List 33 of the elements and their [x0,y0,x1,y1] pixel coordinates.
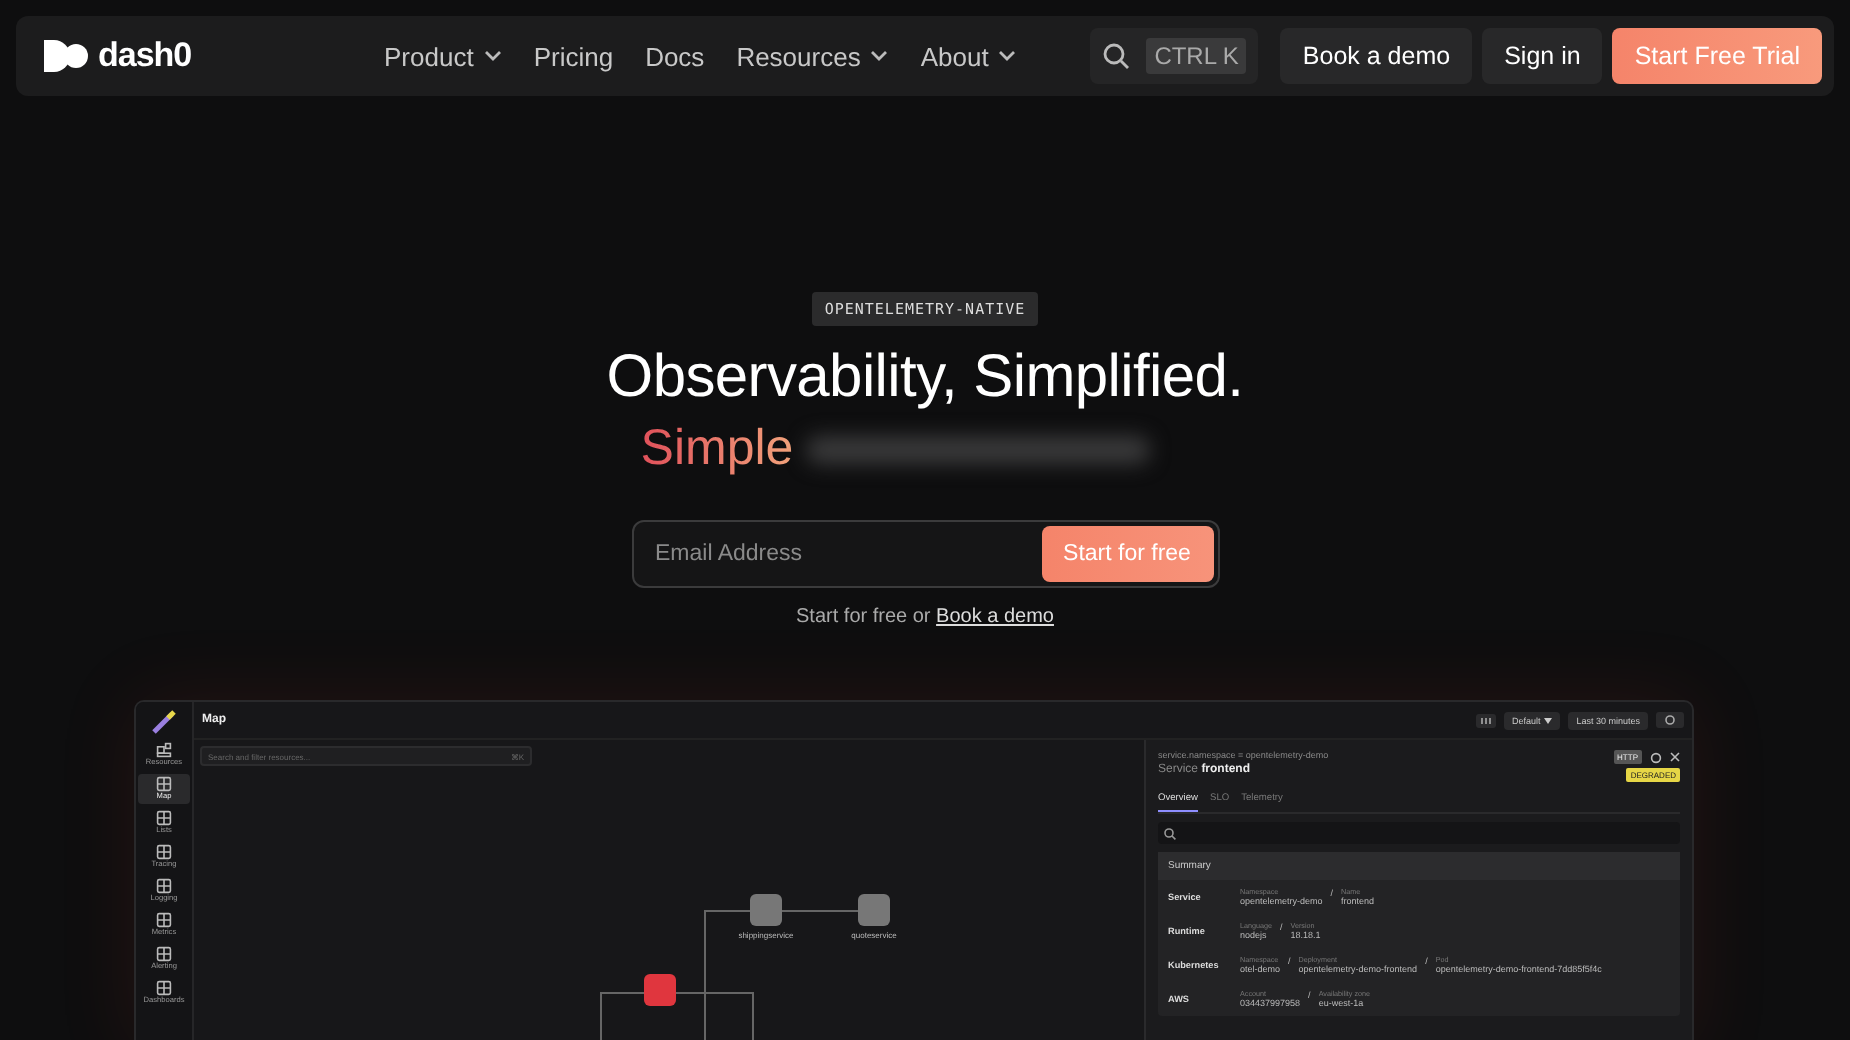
shortcut-key: CTRL K [1146,38,1247,74]
nav-link[interactable]: Pricing [533,41,614,71]
nav-link[interactable]: About [920,41,1017,71]
service-node[interactable] [644,974,676,1006]
logo[interactable]: dash0 [44,36,384,76]
sidebar-nav-icon [156,742,172,758]
nav-link[interactable]: Docs [645,41,705,71]
sidebar-nav-icon [156,946,172,962]
nav-button[interactable]: Book a demo [1280,28,1473,84]
nav-link[interactable]: Resources [736,41,889,71]
close-icon [1670,752,1680,762]
caret-down-icon [1544,717,1553,723]
nav-button[interactable]: Sign in [1482,28,1603,84]
email-field[interactable]: Email Address Start for free [631,520,1219,588]
hero-title: Observability, Simplified. [606,344,1244,412]
app-logo-icon [150,708,178,736]
nav-link[interactable]: Product [384,41,502,71]
sidebar-nav-icon [156,912,172,928]
sidebar-nav-icon [156,878,172,894]
sidebar-nav-icon [156,810,172,826]
service-node[interactable] [858,894,890,926]
service-node[interactable] [750,894,782,926]
toolbar-icon [1475,713,1496,727]
book-demo-link[interactable]: Book a demo [936,606,1054,628]
sidebar-nav-icon [156,776,172,792]
sidebar-nav-icon [156,980,172,996]
sidebar-nav-icon [156,844,172,860]
search-icon [1164,827,1176,839]
signup-note: Start for free or Book a demo [796,606,1054,628]
search-icon [1102,42,1131,70]
logo-icon [44,40,88,72]
filter-field[interactable] [1158,822,1680,844]
search-button[interactable]: CTRL K [1090,28,1259,84]
